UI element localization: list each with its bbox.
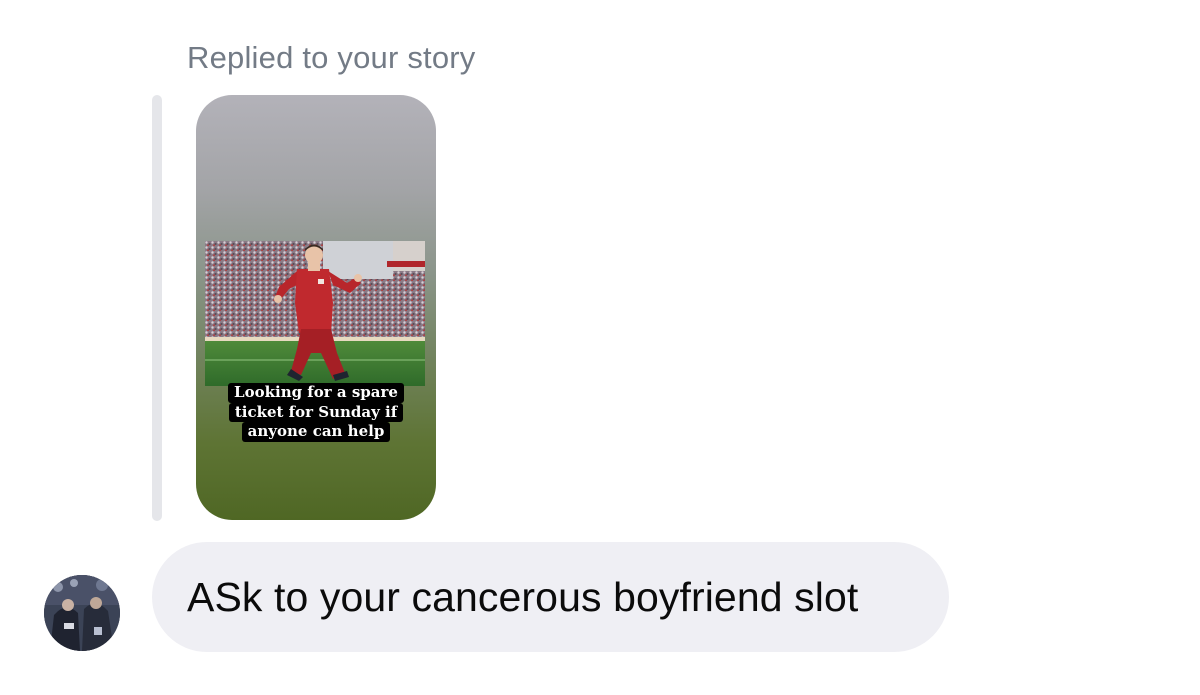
story-caption-line: Looking for a spare [228,383,404,403]
sender-avatar[interactable] [44,575,120,651]
story-caption-line: anyone can help [241,422,391,442]
reply-indicator-bar [152,95,162,521]
replied-to-story-label: Replied to your story [187,40,476,75]
user-avatar-photo [44,575,120,651]
story-caption: Looking for a spare ticket for Sunday if… [196,383,436,442]
dm-thread: Replied to your story Looking for a spar… [0,0,1200,695]
message-text: ASk to your cancerous boyfriend slot [187,573,859,620]
message-bubble[interactable]: ASk to your cancerous boyfriend slot [152,542,949,652]
story-caption-line: ticket for Sunday if [228,402,404,422]
story-preview-card[interactable]: Looking for a spare ticket for Sunday if… [196,95,436,520]
footballer-celebrating-photo [205,241,425,386]
